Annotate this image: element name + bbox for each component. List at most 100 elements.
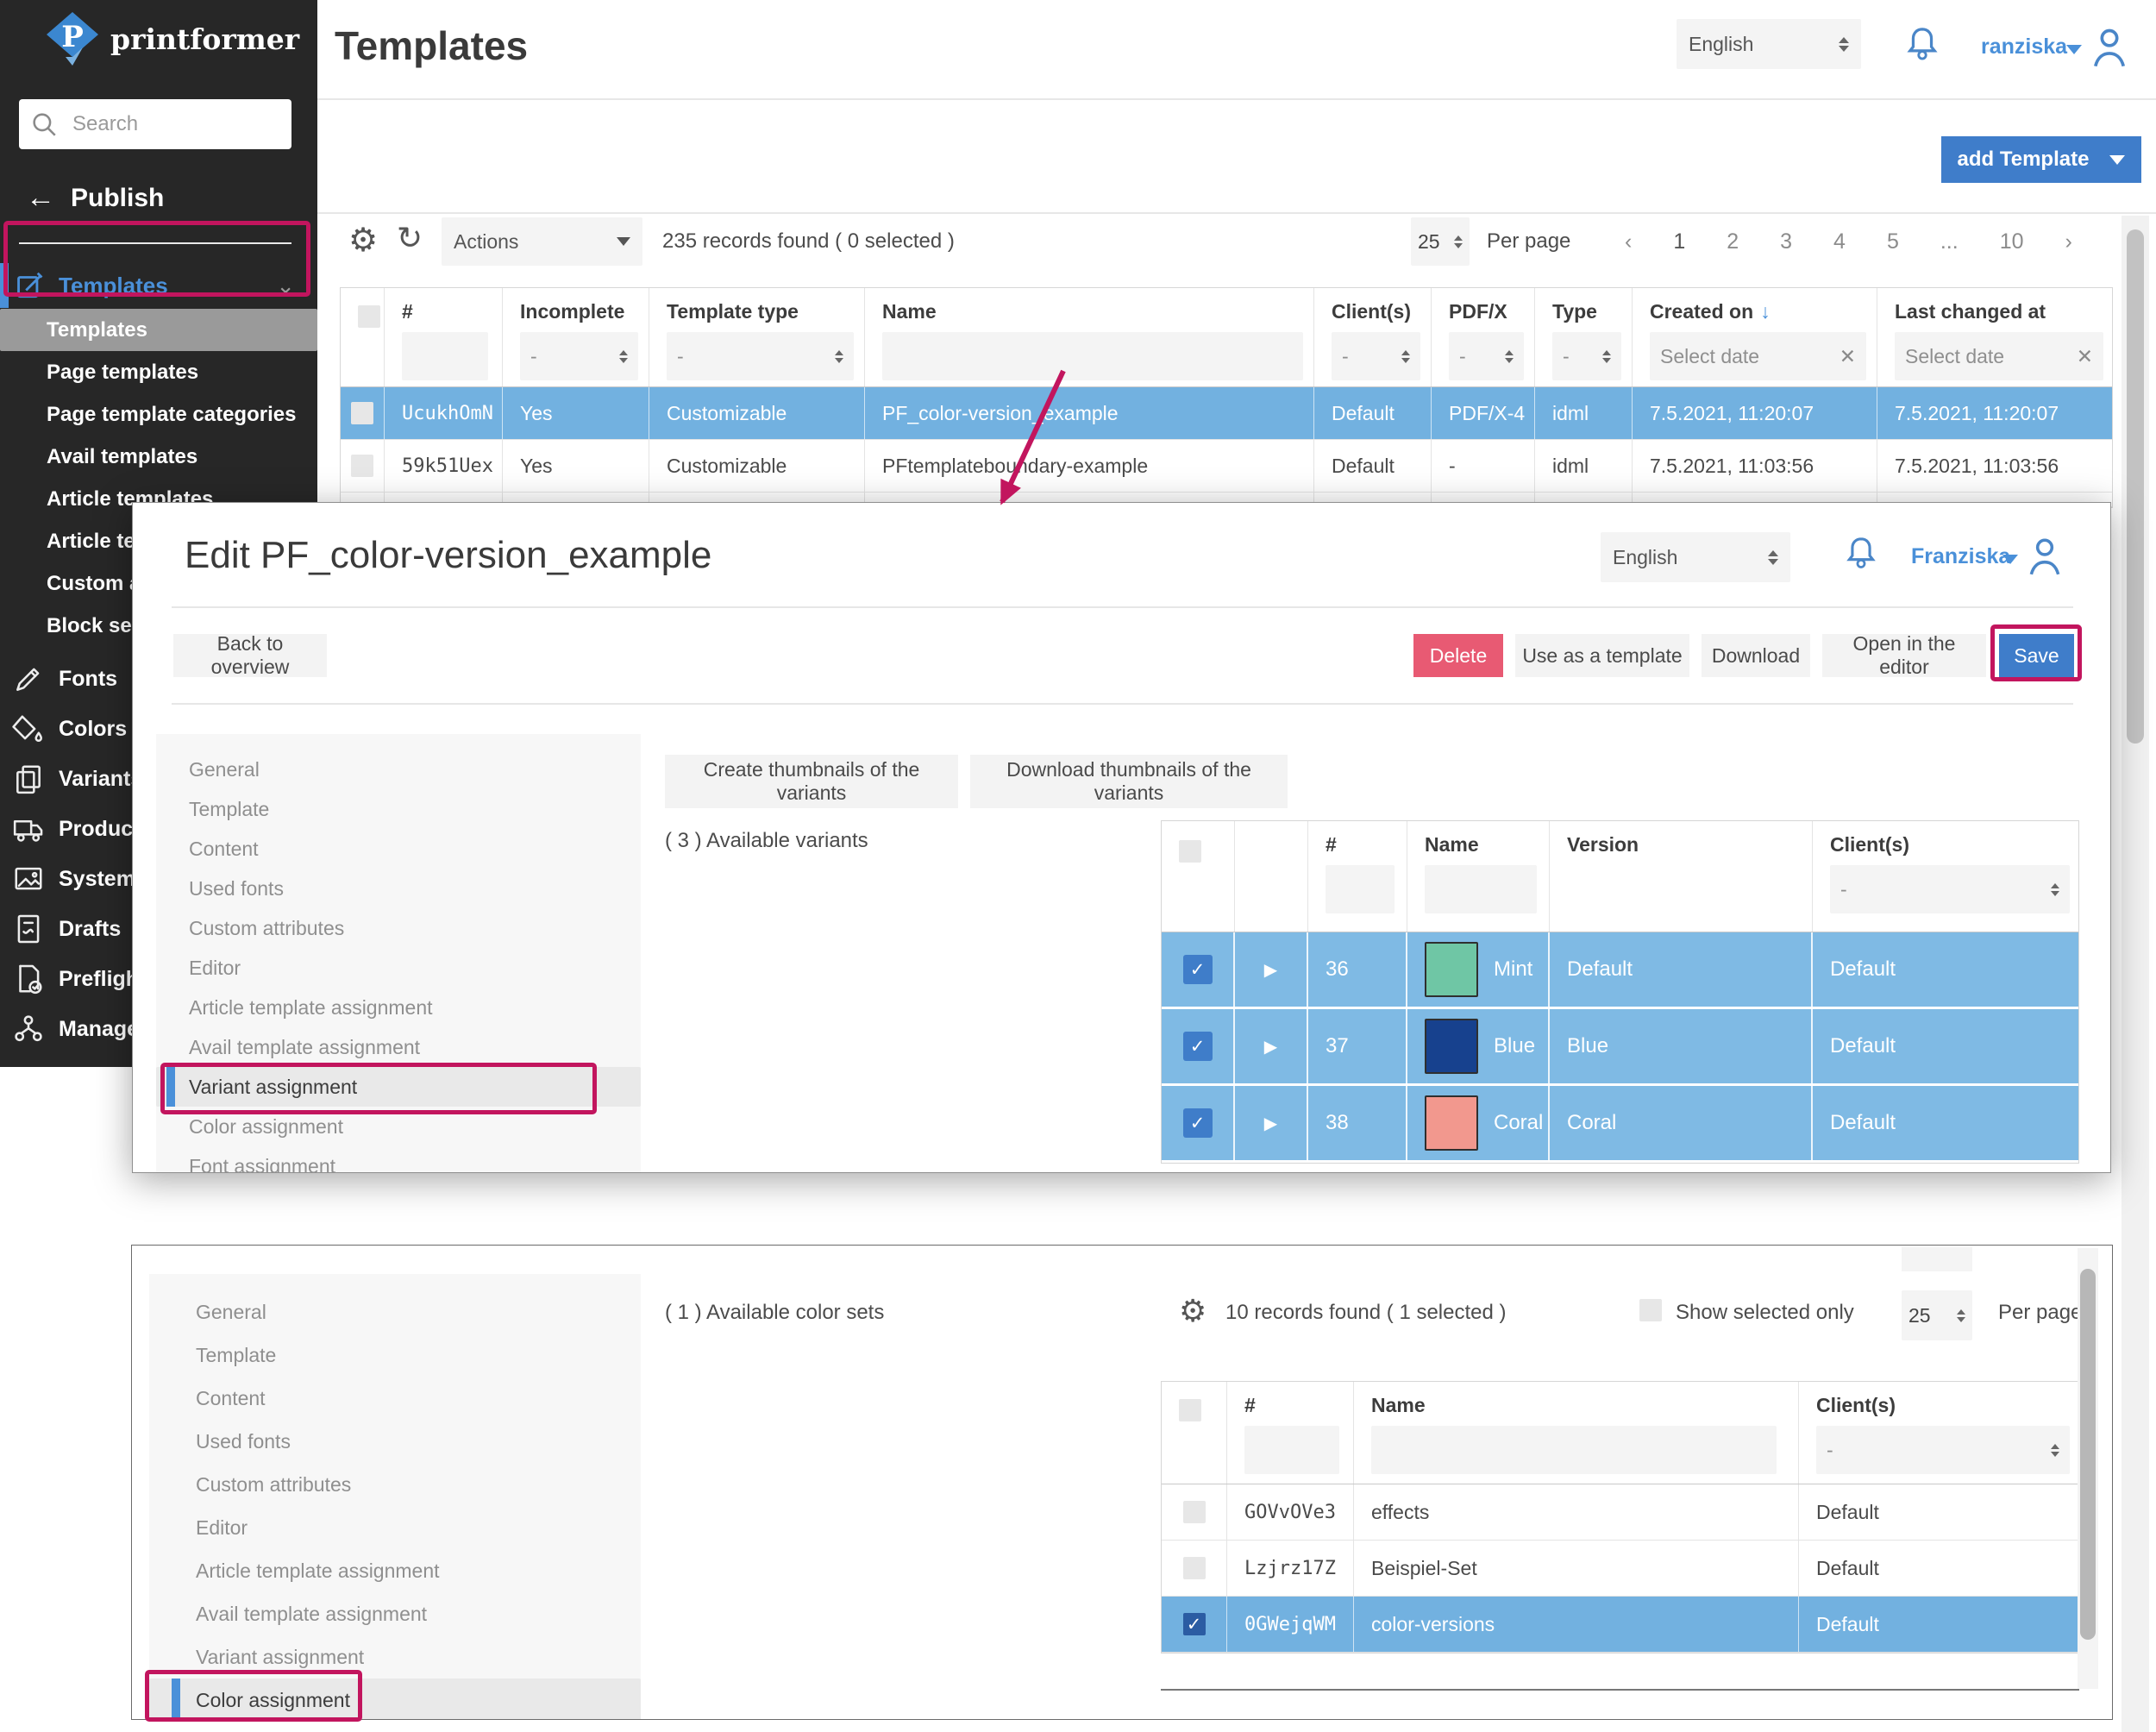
sort-down-icon[interactable]: ↓ bbox=[1760, 300, 1771, 323]
filter-input[interactable] bbox=[882, 332, 1303, 380]
add-template-button[interactable]: add Template bbox=[1941, 136, 2141, 183]
nav-item-template[interactable]: Template bbox=[149, 1334, 641, 1377]
sidebar-item-page-template-categories[interactable]: Page template categories bbox=[0, 393, 317, 436]
user-icon[interactable] bbox=[2023, 532, 2066, 580]
variant-checkbox[interactable]: ✓ bbox=[1182, 955, 1213, 984]
per-page-select[interactable]: 25 bbox=[1411, 217, 1470, 266]
user-name[interactable]: ranziska bbox=[1981, 35, 2067, 60]
color-set-row[interactable]: GOVvOVe3 effects Default bbox=[1162, 1484, 2078, 1541]
open-in-editor-button[interactable]: Open in the editor bbox=[1822, 632, 1986, 678]
bell-icon[interactable] bbox=[1842, 534, 1880, 579]
settings-gear-icon[interactable]: ⚙ bbox=[348, 221, 378, 259]
filter-input[interactable] bbox=[1326, 865, 1395, 913]
nav-item-article-template-assignment[interactable]: Article template assignment bbox=[156, 988, 641, 1027]
delete-button[interactable]: Delete bbox=[1413, 634, 1503, 677]
page-number[interactable]: 10 bbox=[2000, 229, 2024, 254]
nav-item-article-template-assignment[interactable]: Article template assignment bbox=[149, 1549, 641, 1592]
user-menu-caret-icon[interactable] bbox=[2066, 45, 2082, 54]
nav-item-custom-attributes[interactable]: Custom attributes bbox=[156, 908, 641, 948]
download-thumbnails-button[interactable]: Download thumbnails of the variants bbox=[970, 755, 1288, 808]
color-set-row[interactable]: Lzjrz17Z Beispiel-Set Default bbox=[1162, 1541, 2078, 1597]
page-number[interactable]: ... bbox=[1940, 229, 1959, 254]
clear-date-icon[interactable]: ✕ bbox=[2077, 345, 2093, 368]
filter-select[interactable]: - bbox=[1816, 1426, 2070, 1474]
expand-row-icon[interactable]: ▶ bbox=[1264, 959, 1277, 981]
filter-select[interactable]: - bbox=[1449, 332, 1524, 380]
filter-input[interactable] bbox=[1244, 1426, 1339, 1474]
page-number[interactable]: 1 bbox=[1673, 229, 1685, 254]
select-all-checkbox[interactable] bbox=[1179, 1399, 1201, 1421]
nav-item-color-assignment[interactable]: Color assignment bbox=[149, 1679, 641, 1719]
page-next[interactable]: › bbox=[2065, 229, 2072, 254]
variant-row[interactable]: ✓ ▶ 36 Mint Default Default bbox=[1162, 932, 2078, 1009]
settings-gear-icon[interactable]: ⚙ bbox=[1179, 1294, 1206, 1329]
sidebar-item-templates[interactable]: Templates bbox=[0, 309, 317, 351]
nav-item-used-fonts[interactable]: Used fonts bbox=[149, 1420, 641, 1463]
page-number[interactable]: 3 bbox=[1780, 229, 1792, 254]
variant-checkbox[interactable]: ✓ bbox=[1182, 1032, 1213, 1061]
filter-select[interactable]: - bbox=[1830, 865, 2070, 913]
filter-date[interactable]: Select date ✕ bbox=[1650, 332, 1866, 380]
nav-item-avail-template-assignment[interactable]: Avail template assignment bbox=[156, 1027, 641, 1067]
filter-select[interactable]: - bbox=[1332, 332, 1420, 380]
user-icon[interactable] bbox=[2087, 22, 2132, 72]
bell-icon[interactable] bbox=[1902, 24, 1942, 71]
back-to-publish[interactable]: ← Publish bbox=[26, 181, 164, 215]
user-menu-caret-icon[interactable] bbox=[2002, 555, 2018, 564]
nav-item-content[interactable]: Content bbox=[156, 829, 641, 869]
filter-select[interactable]: - bbox=[667, 332, 854, 380]
sidebar-item-avail-templates[interactable]: Avail templates bbox=[0, 436, 317, 478]
nav-item-variant-assignment[interactable]: Variant assignment bbox=[149, 1635, 641, 1679]
nav-item-general[interactable]: General bbox=[156, 750, 641, 789]
modal-language-select[interactable]: English bbox=[1601, 532, 1790, 582]
nav-item-editor[interactable]: Editor bbox=[156, 948, 641, 988]
nav-item-font-assignment[interactable]: Font assignment bbox=[156, 1146, 641, 1173]
table-row[interactable]: UcukhOmN Yes Customizable PF_color-version_… bbox=[341, 387, 2112, 440]
row-checkbox[interactable] bbox=[1182, 1557, 1206, 1579]
create-thumbnails-button[interactable]: Create thumbnails of the variants bbox=[665, 755, 958, 808]
page-number[interactable]: 5 bbox=[1887, 229, 1899, 254]
per-page-select[interactable]: 25 bbox=[1902, 1290, 1972, 1340]
page-scrollbar-thumb[interactable] bbox=[2127, 229, 2144, 744]
page-scrollbar[interactable] bbox=[2122, 216, 2149, 1732]
filter-select[interactable]: - bbox=[1552, 332, 1621, 380]
nav-item-template[interactable]: Template bbox=[156, 789, 641, 829]
page-prev[interactable]: ‹ bbox=[1625, 229, 1632, 254]
nav-item-content[interactable]: Content bbox=[149, 1377, 641, 1420]
language-select[interactable]: English bbox=[1677, 19, 1861, 69]
table-row[interactable]: 59k51Uex Yes Customizable PFtemplateboundar… bbox=[341, 440, 2112, 493]
filter-input[interactable] bbox=[402, 332, 488, 380]
sidebar-item-page-templates[interactable]: Page templates bbox=[0, 351, 317, 393]
row-checkbox[interactable] bbox=[351, 402, 373, 424]
row-checkbox[interactable]: ✓ bbox=[1182, 1613, 1206, 1635]
nav-item-custom-attributes[interactable]: Custom attributes bbox=[149, 1463, 641, 1506]
filter-select[interactable]: - bbox=[520, 332, 638, 380]
modal-user-name[interactable]: Franziska bbox=[1911, 544, 2010, 569]
variant-row[interactable]: ✓ ▶ 38 Coral Coral Default bbox=[1162, 1086, 2078, 1163]
variant-checkbox[interactable]: ✓ bbox=[1182, 1108, 1213, 1138]
search-box[interactable] bbox=[19, 99, 291, 149]
actions-dropdown[interactable]: Actions bbox=[442, 217, 642, 266]
refresh-icon[interactable]: ↻ bbox=[397, 221, 423, 256]
save-button[interactable]: Save bbox=[1999, 634, 2074, 677]
sidebar-section-templates[interactable]: Templates ⌄ bbox=[14, 266, 307, 305]
expand-row-icon[interactable]: ▶ bbox=[1264, 1113, 1277, 1134]
page-number[interactable]: 4 bbox=[1833, 229, 1846, 254]
clear-date-icon[interactable]: ✕ bbox=[1839, 345, 1856, 368]
download-button[interactable]: Download bbox=[1702, 634, 1810, 677]
nav-item-color-assignment[interactable]: Color assignment bbox=[156, 1107, 641, 1146]
expand-row-icon[interactable]: ▶ bbox=[1264, 1036, 1277, 1057]
filter-input[interactable] bbox=[1371, 1426, 1777, 1474]
filter-input[interactable] bbox=[1425, 865, 1537, 913]
nav-item-general[interactable]: General bbox=[149, 1290, 641, 1334]
nav-item-variant-assignment[interactable]: Variant assignment bbox=[156, 1067, 641, 1107]
show-selected-checkbox[interactable] bbox=[1639, 1299, 1662, 1321]
back-to-overview-button[interactable]: Back to overview bbox=[173, 632, 327, 678]
use-as-template-button[interactable]: Use as a template bbox=[1515, 634, 1689, 677]
nav-item-used-fonts[interactable]: Used fonts bbox=[156, 869, 641, 908]
row-checkbox[interactable] bbox=[351, 455, 373, 477]
select-all-checkbox[interactable] bbox=[1179, 840, 1201, 863]
panel-scrollbar-thumb[interactable] bbox=[2080, 1269, 2096, 1640]
filter-date[interactable]: Select date ✕ bbox=[1895, 332, 2103, 380]
color-set-row[interactable]: ✓ 0GWejqWM color-versions Default bbox=[1162, 1597, 2078, 1653]
